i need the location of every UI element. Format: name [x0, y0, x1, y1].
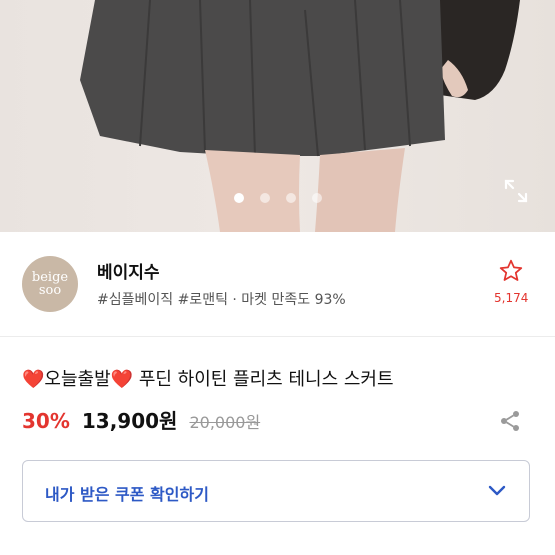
original-price: 20,000원 — [189, 413, 261, 432]
image-pagination — [0, 193, 555, 203]
chevron-down-icon — [488, 485, 506, 496]
badge-text: 오늘출발 — [44, 369, 111, 390]
favorite-count: 5,174 — [494, 291, 529, 305]
store-info[interactable]: beige soo 베이지수 #심플베이직 #로맨틱 · 마켓 만족도 93% … — [0, 232, 555, 337]
pagination-dot[interactable] — [285, 193, 296, 203]
star-outline-icon — [499, 259, 523, 281]
pagination-dot-active[interactable] — [233, 193, 244, 203]
price-row: 30% 13,900원 20,000원 — [22, 405, 260, 435]
sale-price: 13,900원 — [81, 409, 178, 433]
expand-icon[interactable] — [503, 178, 529, 204]
product-image[interactable] — [0, 0, 555, 232]
pagination-dot[interactable] — [311, 193, 322, 203]
store-logo-line2: soo — [38, 283, 62, 298]
heart-icon: ❤️ — [22, 369, 45, 390]
favorite-button[interactable]: 5,174 — [494, 258, 528, 305]
share-icon[interactable] — [498, 409, 522, 433]
pagination-dot[interactable] — [259, 193, 270, 203]
product-title: ❤️오늘출발❤️ 푸딘 하이틴 플리츠 테니스 스커트 — [22, 365, 394, 391]
coupon-check-button[interactable]: 내가 받은 쿠폰 확인하기 — [22, 460, 530, 522]
product-title-text: 푸딘 하이틴 플리츠 테니스 스커트 — [133, 369, 394, 390]
store-name[interactable]: 베이지수 — [97, 258, 160, 283]
store-tags: #심플베이직 #로맨틱 · 마켓 만족도 93% — [97, 292, 346, 308]
coupon-label: 내가 받은 쿠폰 확인하기 — [45, 485, 209, 504]
store-logo[interactable]: beige soo — [22, 256, 78, 312]
heart-icon: ❤️ — [110, 369, 134, 390]
discount-rate: 30% — [22, 409, 70, 433]
